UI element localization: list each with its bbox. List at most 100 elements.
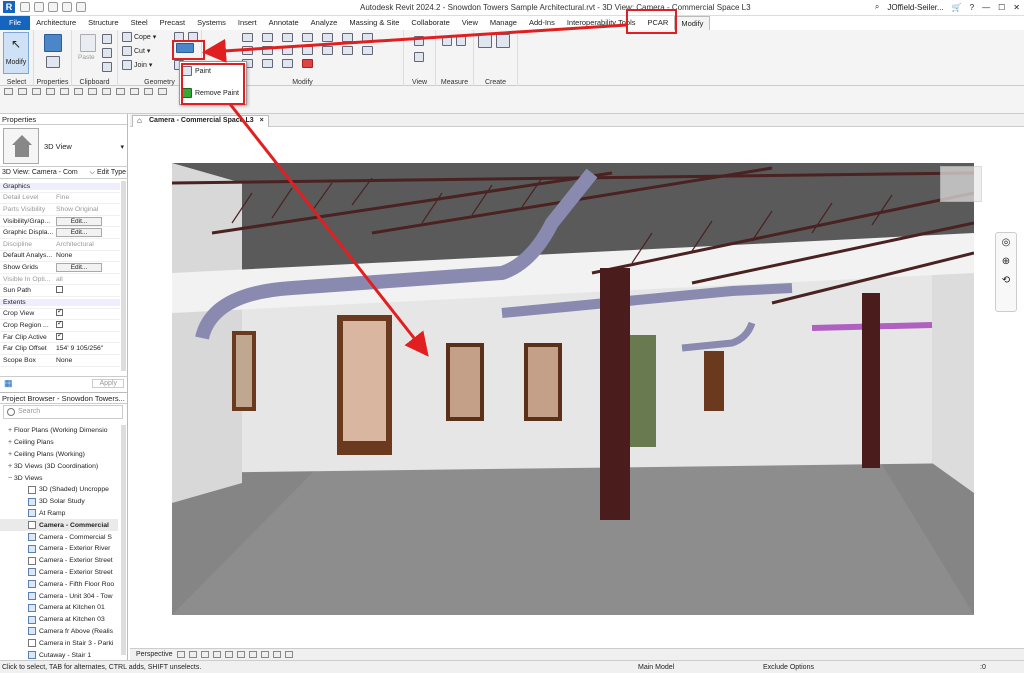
property-value[interactable]: all bbox=[54, 276, 120, 283]
tab-add-ins[interactable]: Add-Ins bbox=[523, 16, 561, 30]
browser-view-item[interactable]: Camera - Unit 304 - Tow bbox=[0, 590, 118, 602]
property-value[interactable]: 154' 9 105/256" bbox=[54, 345, 120, 352]
browser-category[interactable]: + Ceiling Plans bbox=[0, 437, 118, 449]
shadows-icon[interactable] bbox=[212, 651, 221, 658]
align-icon[interactable] bbox=[242, 33, 253, 42]
browser-category[interactable]: + Floor Plans (Working Dimensio bbox=[0, 425, 118, 437]
browser-view-item[interactable]: Camera - Exterior Street bbox=[0, 555, 118, 567]
binoculars-icon[interactable]: ⌕ bbox=[875, 2, 879, 12]
close-icon[interactable]: ✕ bbox=[1013, 3, 1020, 12]
collapse-icon[interactable]: − bbox=[6, 475, 14, 482]
browser-category[interactable]: +3D Views (3D Coordination) bbox=[0, 460, 118, 472]
mirror-draw-icon[interactable] bbox=[302, 33, 313, 42]
viewcube[interactable] bbox=[940, 166, 982, 202]
checkbox[interactable] bbox=[56, 286, 63, 294]
expand-icon[interactable]: + bbox=[6, 439, 14, 446]
view-tab-camera[interactable]: Camera - Commercial Space L3 × bbox=[132, 115, 269, 127]
edit-button[interactable]: Edit... bbox=[56, 216, 102, 226]
tab-insert[interactable]: Insert bbox=[232, 16, 263, 30]
thin-lines-icon[interactable] bbox=[144, 87, 153, 95]
browser-view-item[interactable]: At Ramp bbox=[0, 508, 118, 520]
chevron-down-icon[interactable]: ▾ bbox=[120, 143, 124, 151]
match-properties-icon[interactable] bbox=[102, 62, 112, 72]
offset-icon[interactable] bbox=[262, 33, 273, 42]
undo-icon[interactable] bbox=[48, 2, 58, 12]
measure-tool-icon[interactable] bbox=[88, 87, 97, 95]
properties-icon[interactable] bbox=[44, 34, 62, 52]
properties-help-icon[interactable]: ▦ bbox=[4, 378, 13, 389]
tab-manage[interactable]: Manage bbox=[484, 16, 523, 30]
browser-view-item[interactable]: Camera at Kitchen 01 bbox=[0, 602, 118, 614]
user-menu[interactable]: JOffield-Seiler... bbox=[887, 3, 943, 12]
scale-icon[interactable] bbox=[262, 59, 273, 68]
temp-hide-icon[interactable] bbox=[272, 651, 281, 658]
unlock-view-icon[interactable] bbox=[260, 651, 269, 658]
cut-button[interactable]: Cut ▾ bbox=[122, 46, 150, 56]
tab-annotate[interactable]: Annotate bbox=[263, 16, 305, 30]
properties-scrollbar[interactable] bbox=[121, 181, 126, 371]
move-icon[interactable] bbox=[242, 46, 253, 55]
type-selector[interactable]: 3D View ▾ bbox=[0, 125, 128, 167]
edit-button[interactable]: Edit... bbox=[56, 262, 102, 272]
cut-clipboard-icon[interactable] bbox=[102, 34, 112, 44]
mirror-axis-icon[interactable] bbox=[282, 33, 293, 42]
browser-view-item[interactable]: Camera - Commercial S bbox=[0, 531, 118, 543]
property-row[interactable]: Extents bbox=[0, 297, 120, 309]
crop-view-icon[interactable] bbox=[236, 651, 245, 658]
checkbox[interactable] bbox=[56, 332, 63, 340]
property-value[interactable]: Show Original bbox=[54, 206, 120, 213]
browser-view-item[interactable]: Camera in Stair 3 - Parki bbox=[0, 637, 118, 649]
type-properties-icon[interactable] bbox=[46, 56, 60, 68]
checkbox[interactable] bbox=[56, 320, 63, 328]
tab-view[interactable]: View bbox=[456, 16, 484, 30]
tab-analyze[interactable]: Analyze bbox=[305, 16, 344, 30]
browser-view-item[interactable]: Camera at Kitchen 03 bbox=[0, 614, 118, 626]
property-value[interactable]: None bbox=[54, 357, 120, 364]
create-parts-icon[interactable] bbox=[496, 34, 510, 48]
projection-label[interactable]: Perspective bbox=[136, 651, 173, 658]
minimize-icon[interactable]: — bbox=[982, 3, 990, 12]
select-dropdown[interactable]: Select bbox=[0, 79, 33, 86]
close-hidden-icon[interactable] bbox=[158, 87, 167, 95]
design-options-selector[interactable]: Exclude Options bbox=[763, 664, 814, 671]
checkbox[interactable] bbox=[56, 309, 63, 317]
dimension-icon[interactable] bbox=[456, 36, 466, 46]
apply-button[interactable]: Apply bbox=[92, 378, 124, 388]
drawing-canvas[interactable] bbox=[130, 127, 1024, 648]
visual-style-icon[interactable] bbox=[188, 651, 197, 658]
unpin-icon[interactable] bbox=[362, 46, 373, 55]
help-button[interactable]: ? bbox=[970, 3, 974, 12]
measure-icon[interactable] bbox=[442, 36, 452, 46]
tab-massing-site[interactable]: Massing & Site bbox=[343, 16, 405, 30]
browser-category[interactable]: + Ceiling Plans (Working) bbox=[0, 449, 118, 461]
3d-view-icon[interactable] bbox=[116, 87, 125, 95]
browser-scrollbar[interactable] bbox=[121, 425, 126, 655]
tab-collaborate[interactable]: Collaborate bbox=[405, 16, 455, 30]
property-value[interactable]: Architectural bbox=[54, 241, 120, 248]
split-element-icon[interactable] bbox=[322, 33, 333, 42]
detail-level-icon[interactable] bbox=[176, 651, 185, 658]
tab-file[interactable]: File bbox=[0, 16, 31, 30]
tab-modify[interactable]: Modify bbox=[674, 16, 711, 30]
tab-structure[interactable]: Structure bbox=[82, 16, 124, 30]
browser-view-item[interactable]: 3D Solar Study bbox=[0, 496, 118, 508]
3d-scene-render[interactable] bbox=[172, 163, 974, 615]
property-value[interactable]: None bbox=[54, 252, 120, 259]
save-icon[interactable] bbox=[34, 2, 44, 12]
browser-view-item[interactable]: 3D (Shaded) Uncroppe bbox=[0, 484, 118, 496]
trim-single-icon[interactable] bbox=[322, 46, 333, 55]
undo-history-icon[interactable] bbox=[46, 87, 55, 95]
tab-systems[interactable]: Systems bbox=[191, 16, 232, 30]
instance-filter[interactable]: 3D View: Camera - Com ⌵ Edit Type bbox=[0, 168, 128, 179]
edit-type-button[interactable]: ⌵ Edit Type bbox=[90, 169, 126, 177]
revit-logo[interactable]: R bbox=[3, 1, 15, 13]
text-tool-icon[interactable] bbox=[102, 87, 111, 95]
delete-red-icon[interactable] bbox=[302, 59, 313, 68]
override-icon[interactable] bbox=[414, 52, 424, 62]
redo-icon[interactable] bbox=[62, 2, 72, 12]
edit-button[interactable]: Edit... bbox=[56, 228, 102, 238]
open-file-icon[interactable] bbox=[4, 87, 13, 95]
browser-view-item[interactable]: Camera - Fifth Floor Roo bbox=[0, 578, 118, 590]
browser-view-item[interactable]: Camera - Commercial bbox=[0, 519, 118, 532]
copy-element-icon[interactable] bbox=[262, 46, 273, 55]
